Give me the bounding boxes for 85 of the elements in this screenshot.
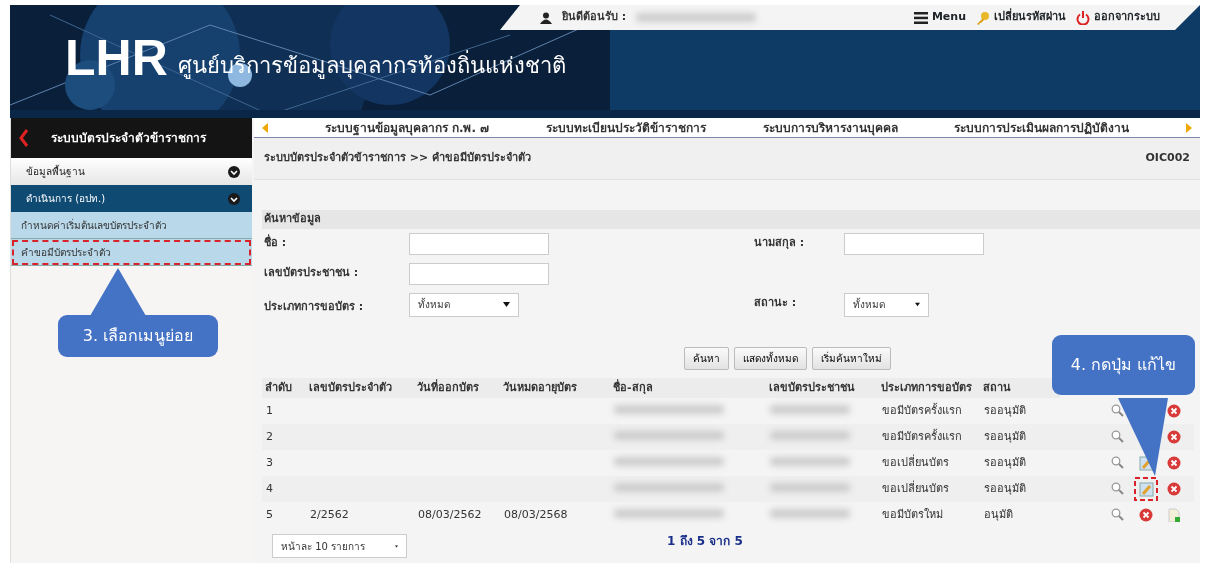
field-label: ประเภทการขอบัตร : [264, 298, 365, 315]
user-icon [540, 11, 552, 24]
system-link[interactable]: ระบบทะเบียนประวัติข้าราชการ [545, 118, 706, 137]
search-button[interactable]: ค้นหา [683, 346, 729, 370]
delete-icon[interactable] [1167, 404, 1181, 418]
table-cell: 08/03/2568 [500, 502, 610, 528]
field-label: เลขบัตรประชาชน : [264, 264, 360, 281]
edit-icon[interactable] [1134, 477, 1158, 501]
table-cell: ขอมีบัตรครั้งแรก [878, 398, 980, 424]
table-cell: 2 [262, 424, 306, 450]
sidebar-group[interactable]: ดำเนินการ (อปท.) [11, 185, 252, 212]
table-cell: รออนุมัติ [980, 476, 1060, 502]
change-password-link[interactable]: เปลี่ยนรหัสผ่าน [976, 9, 1066, 26]
column-header: ประเภทการขอบัตร [878, 377, 980, 398]
system-link[interactable]: ระบบการประเมินผลการปฏิบัติงาน [954, 118, 1130, 137]
sidebar-group[interactable]: ข้อมูลพื้นฐาน [11, 158, 252, 185]
pagination-info: 1 ถึง 5 จาก 5 [667, 533, 743, 550]
menu-icon [913, 11, 928, 24]
callout-pointer [90, 268, 146, 316]
delete-icon[interactable] [1167, 482, 1181, 496]
search-icon[interactable] [1111, 482, 1125, 496]
table-cell: ขอเปลี่ยนบัตร [878, 476, 980, 502]
power-icon [1076, 10, 1090, 25]
search-icon[interactable] [1111, 430, 1125, 444]
sidebar-title: ระบบบัตรประจำตัวข้าราชการ [51, 130, 206, 147]
search-icon[interactable] [1111, 508, 1125, 522]
chevron-down-icon [228, 165, 240, 178]
sidebar-item[interactable]: กำหนดค่าเริ่มต้นเลขบัตรประจำตัว [11, 212, 252, 239]
caret-icon [915, 302, 920, 307]
key-icon [976, 10, 990, 25]
column-header: ลำดับ [262, 377, 306, 398]
search-button[interactable]: แสดงทั้งหมด [733, 346, 807, 370]
logo: LHR [65, 33, 168, 83]
delete-icon[interactable] [1167, 430, 1181, 444]
text-field[interactable] [409, 262, 549, 285]
caret-icon [395, 543, 398, 549]
table-cell: ขอมีบัตรครั้งแรก [878, 424, 980, 450]
page-code: OIC002 [1145, 150, 1190, 167]
system-link[interactable]: ระบบการบริหารงานบุคคล [762, 118, 898, 137]
delete-icon[interactable] [1139, 508, 1153, 522]
column-header: วันหมดอายุบัตร [500, 377, 610, 398]
breadcrumb: ระบบบัตรประจำตัวข้าราชการ >> คำขอมีบัตรประจำตัว [264, 150, 532, 167]
column-header: เลขบัตรประชาชน [766, 377, 878, 398]
table-cell: ขอมีบัตรใหม่ [878, 502, 980, 528]
column-header: วันที่ออกบัตร [414, 377, 500, 398]
back-chevron-icon[interactable] [19, 129, 29, 147]
document-add-icon[interactable] [1167, 508, 1181, 522]
search-icon[interactable] [1111, 404, 1125, 418]
table-cell: 5 [262, 502, 306, 528]
search-icon[interactable] [1111, 456, 1125, 470]
menu-link[interactable]: Menu [913, 9, 966, 26]
table-cell: รออนุมัติ [980, 424, 1060, 450]
table-cell: ขอเปลี่ยนบัตร [878, 450, 980, 476]
sidebar-item[interactable]: คำขอมีบัตรประจำตัว [11, 239, 252, 266]
column-header: ชื่อ-สกุล [610, 377, 766, 398]
field-label: สถานะ : [754, 294, 798, 311]
table-cell: 08/03/2562 [414, 502, 500, 528]
search-button[interactable]: เริ่มค้นหาใหม่ [811, 346, 891, 370]
logout-link[interactable]: ออกจากระบบ [1076, 9, 1160, 26]
page-size-dropdown[interactable]: หน้าละ 10 รายการ [272, 534, 407, 558]
table-cell: 4 [262, 476, 306, 502]
delete-icon[interactable] [1167, 456, 1181, 470]
table-cell: 3 [262, 450, 306, 476]
left-arrow-icon[interactable] [262, 122, 268, 133]
table-cell: 2/2562 [306, 502, 414, 528]
text-field[interactable] [409, 232, 549, 255]
table-cell: 1 [262, 398, 306, 424]
table-cell: อนุมัติ [980, 502, 1060, 528]
table-cell: รออนุมัติ [980, 398, 1060, 424]
chevron-down-icon [228, 192, 240, 205]
table-cell: รออนุมัติ [980, 450, 1060, 476]
column-header: เลขบัตรประจำตัว [306, 377, 414, 398]
field-label: นามสกุล : [754, 234, 806, 251]
column-header: สถาน [980, 377, 1060, 398]
text-field[interactable] [844, 232, 984, 255]
caret-icon [503, 302, 510, 307]
welcome-label: ยินดีต้อนรับ : [562, 9, 627, 26]
site-title: ศูนย์บริการข้อมูลบุคลากรท้องถิ่นแห่งชาติ [177, 52, 566, 81]
dropdown[interactable]: ทั้งหมด [409, 292, 519, 317]
field-label: ชื่อ : [264, 233, 288, 251]
system-link[interactable]: ระบบฐานข้อมูลบุคลากร ก.พ. ๗ [324, 118, 490, 137]
right-arrow-icon[interactable] [1186, 122, 1192, 133]
section-title: ค้นหาข้อมูล [262, 210, 1200, 229]
dropdown[interactable]: ทั้งหมด [844, 292, 929, 317]
callout: 4. กดปุ่ม แก้ไข [1052, 335, 1195, 395]
